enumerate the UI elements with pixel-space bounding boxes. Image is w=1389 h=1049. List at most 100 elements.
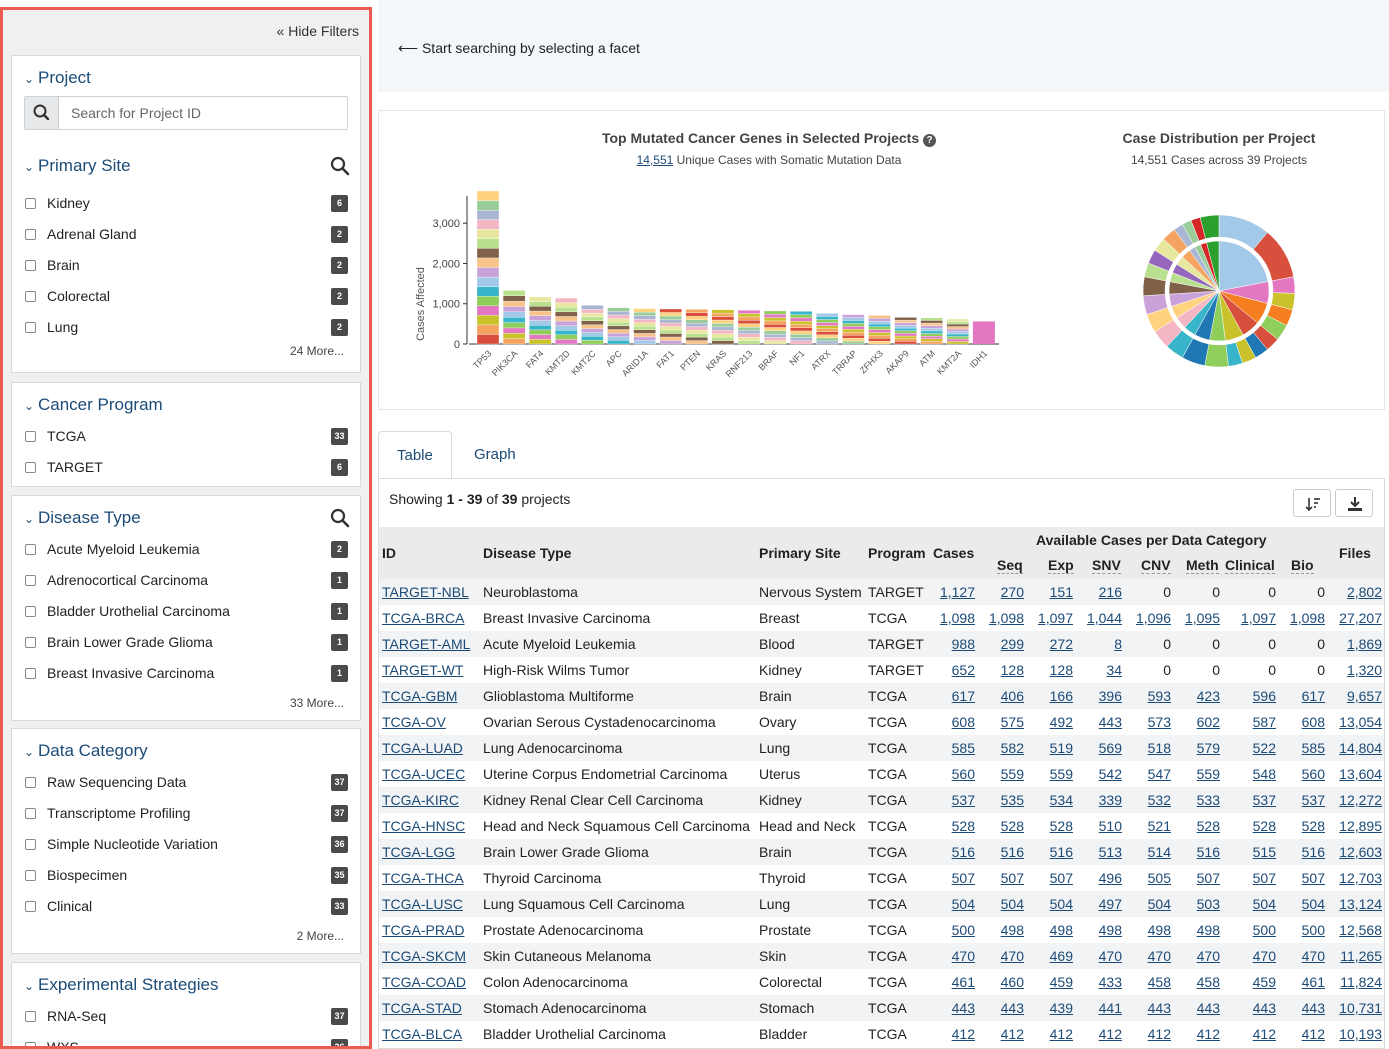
disease-type-more-link[interactable]: 33 More... [290,696,344,710]
project-id-link[interactable]: TCGA-LGG [382,844,455,860]
count-link[interactable]: 412 [1302,1026,1325,1042]
count-link[interactable]: 513 [1099,844,1122,860]
checkbox[interactable] [25,870,36,881]
project-search-input[interactable]: Search for Project ID [24,96,348,130]
count-link[interactable]: 423 [1197,688,1220,704]
count-link[interactable]: 12,603 [1339,844,1382,860]
facet-item[interactable]: Adrenal Gland 2 [24,225,348,245]
count-link[interactable]: 500 [952,922,975,938]
count-link[interactable]: 542 [1099,766,1122,782]
count-link[interactable]: 503 [1197,896,1220,912]
col-exp[interactable]: Exp [1048,557,1074,574]
count-link[interactable]: 528 [1253,818,1276,834]
count-link[interactable]: 439 [1050,1000,1073,1016]
count-link[interactable]: 339 [1099,792,1122,808]
cases-count-link[interactable]: 14,551 [637,153,674,167]
count-link[interactable]: 1,095 [1185,610,1220,626]
count-link[interactable]: 10,731 [1339,1000,1382,1016]
bar-fat4[interactable] [529,296,552,345]
count-link[interactable]: 9,657 [1347,688,1382,704]
count-link[interactable]: 516 [1001,844,1024,860]
count-link[interactable]: 470 [1197,948,1220,964]
count-link[interactable]: 10,193 [1339,1026,1382,1042]
bar-idh1[interactable] [972,321,995,344]
count-link[interactable]: 1,096 [1136,610,1171,626]
count-link[interactable]: 128 [1001,662,1024,678]
count-link[interactable]: 34 [1106,662,1122,678]
bar-fat1[interactable] [659,308,682,345]
hide-filters-link[interactable]: « Hide Filters [277,23,359,39]
count-link[interactable]: 537 [1253,792,1276,808]
checkbox[interactable] [25,839,36,850]
col-cases[interactable]: Cases [933,545,974,561]
count-link[interactable]: 470 [1148,948,1171,964]
count-link[interactable]: 514 [1148,844,1171,860]
count-link[interactable]: 11,824 [1340,974,1382,990]
bar-pten[interactable] [685,309,708,345]
checkbox[interactable] [25,575,36,586]
count-link[interactable]: 1,097 [1038,610,1073,626]
count-link[interactable]: 272 [1050,636,1073,652]
count-link[interactable]: 443 [1302,1000,1325,1016]
facet-item[interactable]: WXS 36 [24,1038,348,1046]
count-link[interactable]: 412 [1099,1026,1122,1042]
count-link[interactable]: 412 [1197,1026,1220,1042]
count-link[interactable]: 547 [1148,766,1171,782]
tab-table[interactable]: Table [378,431,452,479]
project-id-link[interactable]: TCGA-LUAD [382,740,463,756]
bar-zfhx3[interactable] [868,315,891,345]
count-link[interactable]: 537 [952,792,975,808]
count-link[interactable]: 507 [1253,870,1276,886]
facet-item[interactable]: Raw Sequencing Data 37 [24,773,348,793]
count-link[interactable]: 507 [1001,870,1024,886]
count-link[interactable]: 443 [1099,714,1122,730]
count-link[interactable]: 470 [952,948,975,964]
count-link[interactable]: 602 [1197,714,1220,730]
count-link[interactable]: 492 [1050,714,1073,730]
count-link[interactable]: 1,098 [989,610,1024,626]
col-clinical[interactable]: Clinical [1225,557,1275,574]
project-id-link[interactable]: TCGA-LUSC [382,896,463,912]
checkbox[interactable] [25,544,36,555]
project-id-link[interactable]: TCGA-HNSC [382,818,465,834]
count-link[interactable]: 412 [1001,1026,1024,1042]
count-link[interactable]: 498 [1001,922,1024,938]
count-link[interactable]: 13,054 [1339,714,1382,730]
count-link[interactable]: 470 [1302,948,1325,964]
download-button[interactable] [1335,489,1373,517]
bar-nf1[interactable] [790,311,813,345]
count-link[interactable]: 1,098 [1290,610,1325,626]
facet-title-project[interactable]: ⌄ Project [24,68,91,88]
bar-braf[interactable] [763,310,787,345]
count-link[interactable]: 510 [1099,818,1122,834]
bar-pik3ca[interactable] [502,290,526,345]
count-link[interactable]: 534 [1050,792,1073,808]
count-link[interactable]: 608 [952,714,975,730]
search-icon[interactable] [330,156,350,176]
count-link[interactable]: 507 [1197,870,1220,886]
facet-item[interactable]: Acute Myeloid Leukemia 2 [24,540,348,560]
count-link[interactable]: 560 [952,766,975,782]
checkbox[interactable] [25,901,36,912]
count-link[interactable]: 498 [1099,922,1122,938]
facet-item[interactable]: Biospecimen 35 [24,866,348,886]
count-link[interactable]: 559 [1050,766,1073,782]
count-link[interactable]: 443 [1253,1000,1276,1016]
project-id-link[interactable]: TCGA-COAD [382,974,466,990]
count-link[interactable]: 617 [1302,688,1325,704]
count-link[interactable]: 528 [1302,818,1325,834]
project-id-link[interactable]: TARGET-WT [382,662,463,678]
count-link[interactable]: 12,272 [1339,792,1382,808]
facet-item[interactable]: Kidney 6 [24,194,348,214]
checkbox[interactable] [25,229,36,240]
count-link[interactable]: 412 [1148,1026,1171,1042]
project-id-link[interactable]: TCGA-STAD [382,1000,462,1016]
facet-item[interactable]: Breast Invasive Carcinoma 1 [24,664,348,684]
count-link[interactable]: 406 [1001,688,1024,704]
count-link[interactable]: 516 [1050,844,1073,860]
count-link[interactable]: 521 [1148,818,1171,834]
count-link[interactable]: 608 [1302,714,1325,730]
project-id-link[interactable]: TCGA-SKCM [382,948,466,964]
count-link[interactable]: 27,207 [1339,610,1382,626]
count-link[interactable]: 532 [1148,792,1171,808]
